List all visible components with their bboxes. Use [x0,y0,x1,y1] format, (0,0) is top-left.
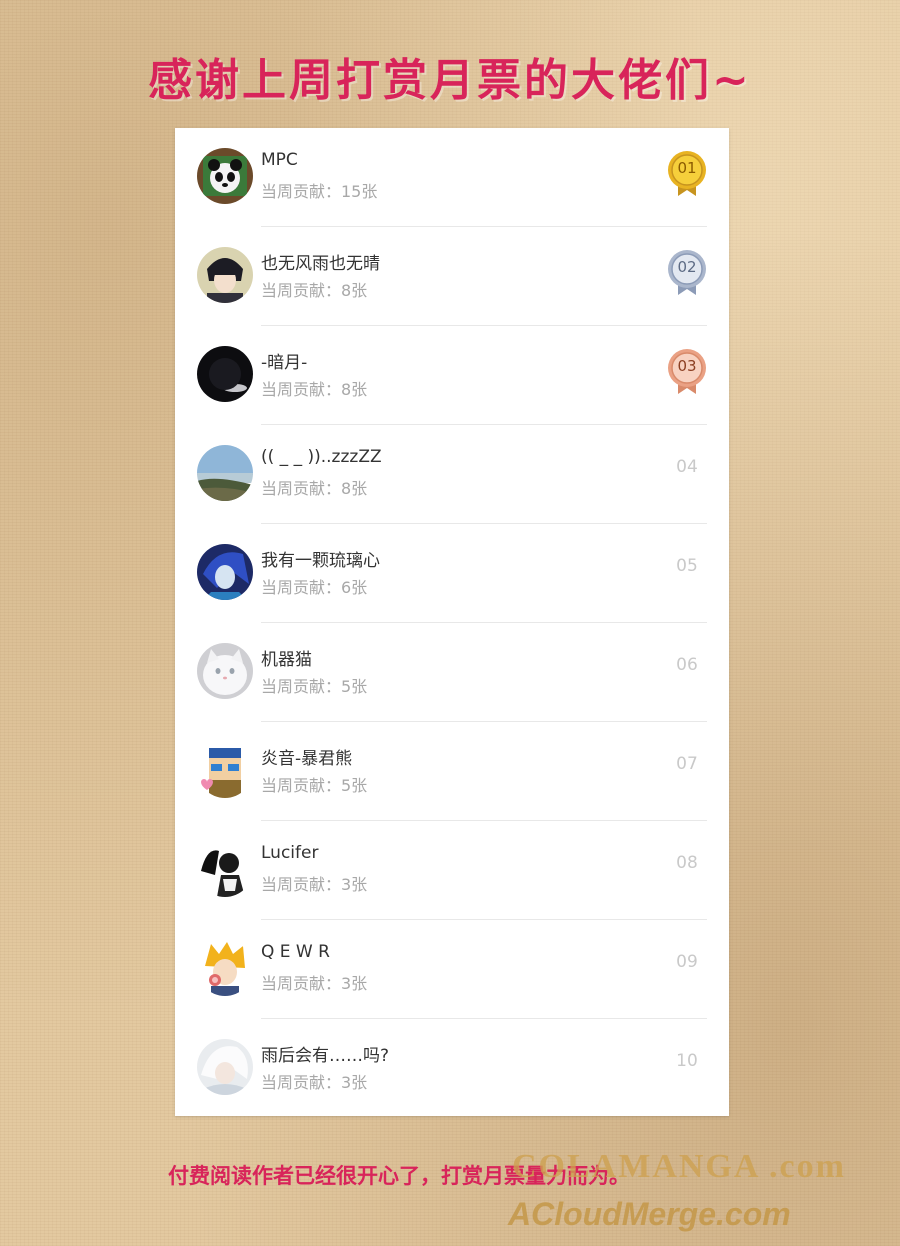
user-name: -暗月- [261,353,308,373]
contribution-text: 当周贡献：3张 [261,974,368,993]
leaderboard-card: MPC 当周贡献：15张 01 也无风雨也无晴 当周贡献：8张 02 -暗月- … [175,128,729,1116]
leaderboard-row[interactable]: -暗月- 当周贡献：8张 03 [175,326,729,425]
user-name: 机器猫 [261,650,312,670]
contribution-text: 当周贡献：3张 [261,1073,368,1092]
leaderboard-row[interactable]: 也无风雨也无晴 当周贡献：8张 02 [175,227,729,326]
rank-number: 05 [676,556,698,576]
user-name: (( _ _ ))..zzzZZ [261,447,382,467]
leaderboard-row[interactable]: (( _ _ ))..zzzZZ 当周贡献：8张 04 [175,425,729,524]
page-title: 感谢上周打赏月票的大佬们~ [148,55,752,106]
rank-number: 06 [676,655,698,675]
rank-number: 04 [676,457,698,477]
rank-number: 08 [676,853,698,873]
dark-moon-avatar-icon[interactable] [197,346,253,402]
rank-number: 09 [676,952,698,972]
landscape-avatar-icon[interactable] [197,445,253,501]
white-hair-avatar-icon[interactable] [197,1039,253,1095]
gold-medal-icon: 01 [667,150,707,198]
contribution-text: 当周贡献：8张 [261,380,368,399]
rank-number: 10 [676,1051,698,1071]
silver-medal-icon: 02 [667,249,707,297]
bronze-medal-icon: 03 [667,348,707,396]
leaderboard-row[interactable]: MPC 当周贡献：15张 01 [175,128,729,227]
leaderboard-row[interactable]: 雨后会有……吗? 当周贡献：3张 10 [175,1019,729,1118]
rank-number: 01 [677,159,697,177]
contribution-text: 当周贡献：6张 [261,578,368,597]
user-name: 雨后会有……吗? [261,1046,390,1066]
blonde-anime-avatar-icon[interactable] [197,940,253,996]
leaderboard-row[interactable]: 我有一颗琉璃心 当周贡献：6张 05 [175,524,729,623]
leaderboard-row[interactable]: Lucifer 当周贡献：3张 08 [175,821,729,920]
pixel-character-avatar-icon[interactable] [197,742,253,798]
user-name: 也无风雨也无晴 [261,254,380,274]
contribution-text: 当周贡献：8张 [261,281,368,300]
blue-hair-avatar-icon[interactable] [197,544,253,600]
leaderboard-row[interactable]: 机器猫 当周贡献：5张 06 [175,623,729,722]
contribution-text: 当周贡献：3张 [261,875,368,894]
contribution-text: 当周贡献：8张 [261,479,368,498]
panda-avatar-icon[interactable] [197,148,253,204]
rank-number: 02 [677,258,697,276]
leaderboard-row[interactable]: 炎音-暴君熊 当周贡献：5张 07 [175,722,729,821]
user-name: 炎音-暴君熊 [261,749,353,769]
contribution-text: 当周贡献：15张 [261,182,378,201]
watermark: ACloudMerge.com [508,1196,791,1232]
user-name: Lucifer [261,843,319,863]
leaderboard-row[interactable]: Q E W R 当周贡献：3张 09 [175,920,729,1019]
contribution-text: 当周贡献：5张 [261,677,368,696]
anime-boy-avatar-icon[interactable] [197,247,253,303]
contribution-text: 当周贡献：5张 [261,776,368,795]
white-cat-avatar-icon[interactable] [197,643,253,699]
rank-number: 03 [677,357,697,375]
user-name: MPC [261,150,298,170]
watermark: COLAMANGA .com [512,1148,846,1185]
user-name: 我有一颗琉璃心 [261,551,380,571]
black-white-sketch-avatar-icon[interactable] [197,841,253,897]
rank-number: 07 [676,754,698,774]
user-name: Q E W R [261,942,330,962]
